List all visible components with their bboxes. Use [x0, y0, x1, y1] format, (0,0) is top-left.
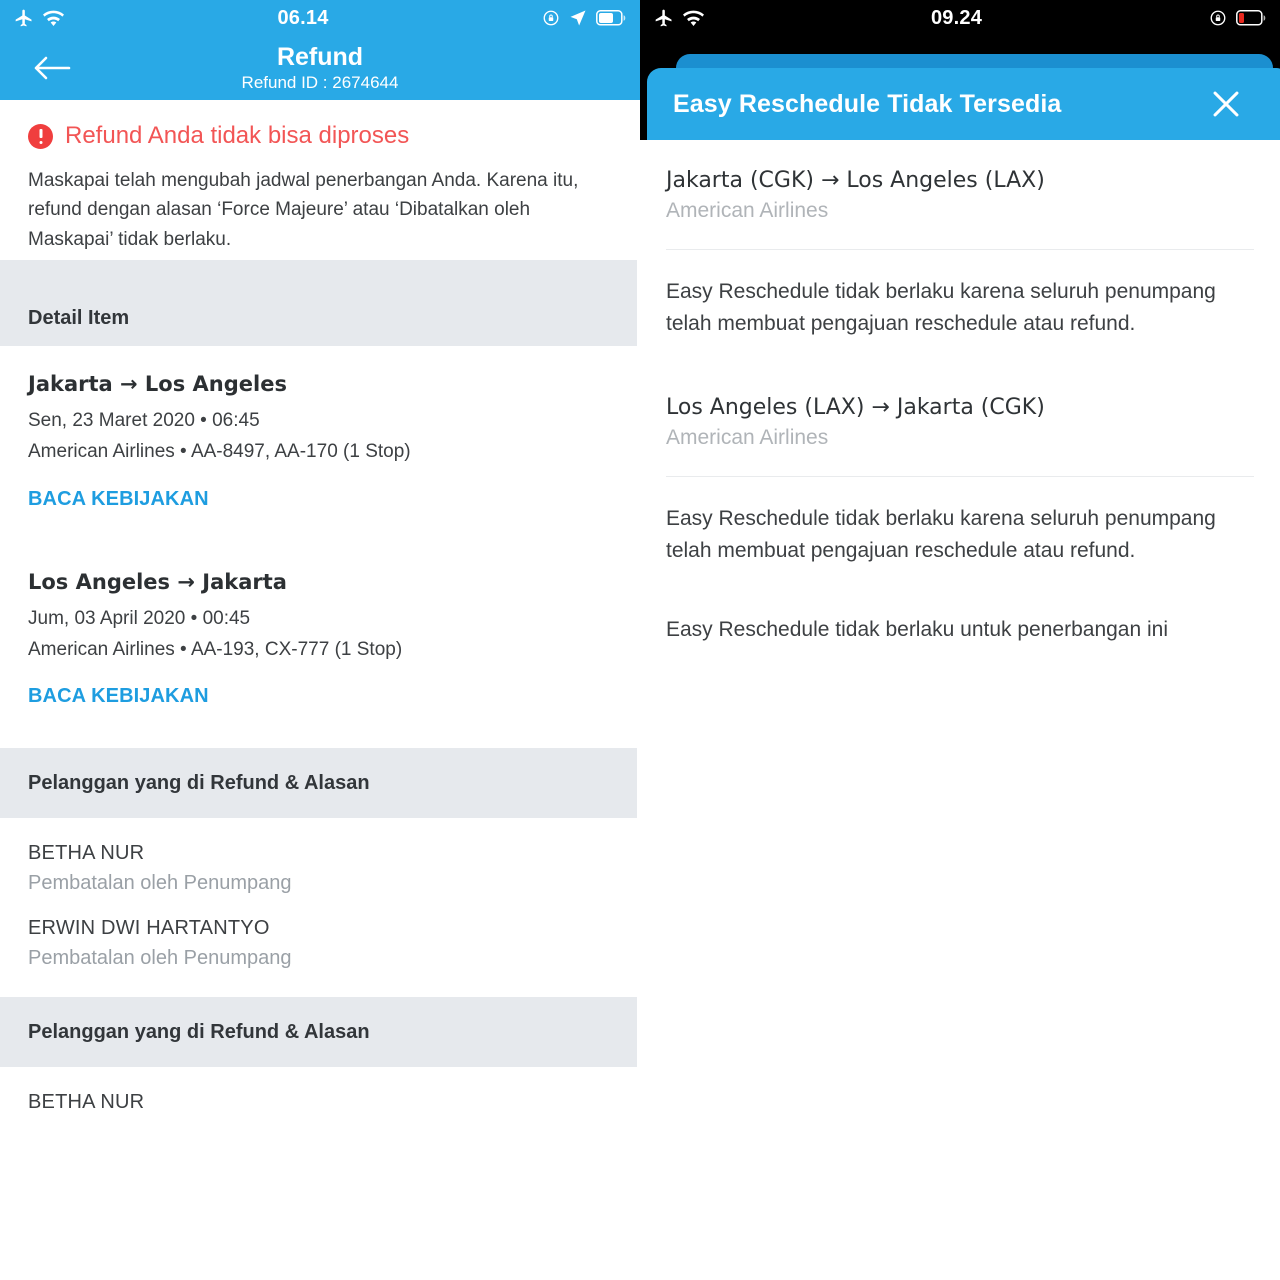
status-bar-left-icons [14, 8, 64, 28]
back-arrow-icon [34, 56, 71, 80]
refund-error-block: Refund Anda tidak bisa diproses Maskapai… [0, 100, 640, 260]
status-bar-left-icons [654, 8, 704, 28]
passenger-name: ERWIN DWI HARTANTYO [28, 917, 270, 940]
error-title: Refund Anda tidak bisa diproses [65, 122, 410, 149]
status-bar-right-icons [1209, 9, 1266, 27]
left-phone-screen: 06.14 Refund Refund ID : 2674644 Refund … [0, 0, 640, 1280]
flight-item-1: Jakarta → Los Angeles Sen, 23 Maret 2020… [0, 346, 640, 511]
reschedule-note: Easy Reschedule tidak berlaku karena sel… [666, 507, 1216, 562]
passenger-section-label: Pelanggan yang di Refund & Alasan [28, 771, 370, 794]
wifi-icon [43, 10, 64, 27]
reschedule-route: Los Angeles (LAX) → Jakarta (CGK) [666, 395, 1045, 420]
passenger-list-1: BETHA NUR Pembatalan oleh Penumpang ERWI… [0, 818, 640, 970]
flight-spacer [0, 511, 640, 544]
flight-airline-numbers: American Airlines • AA-193, CX-777 (1 St… [28, 638, 403, 660]
rotation-lock-icon [1209, 9, 1227, 27]
airplane-mode-icon [654, 8, 674, 28]
navbar-titles: Refund Refund ID : 2674644 [0, 44, 640, 91]
passenger-name: BETHA NUR [28, 842, 145, 865]
passenger-reason: Pembatalan oleh Penumpang [28, 947, 292, 970]
error-description: Maskapai telah mengubah jadwal penerbang… [28, 170, 579, 250]
status-bar-right-icons [542, 9, 626, 27]
sheet-header: Easy Reschedule Tidak Tersedia [647, 68, 1280, 140]
passenger-section-label: Pelanggan yang di Refund & Alasan [28, 1020, 370, 1043]
right-top-area: 09.24 Easy Reschedule Tidak Tersedia [640, 0, 1280, 140]
page-title: Refund [276, 43, 364, 72]
left-navbar: Refund Refund ID : 2674644 [0, 36, 640, 100]
reschedule-group-1: Jakarta (CGK) → Los Angeles (LAX) Americ… [666, 140, 1254, 339]
dual-screenshot-container: 06.14 Refund Refund ID : 2674644 Refund … [0, 0, 1280, 1280]
read-policy-link-1[interactable]: BACA KEBIJAKAN [28, 488, 209, 511]
sheet-title: Easy Reschedule Tidak Tersedia [673, 89, 1062, 118]
close-icon[interactable] [1209, 87, 1243, 121]
reschedule-footer-note: Easy Reschedule tidak berlaku untuk pene… [666, 618, 1169, 641]
right-status-bar: 09.24 [640, 0, 1280, 36]
passenger-section-header-2: Pelanggan yang di Refund & Alasan [0, 997, 637, 1068]
flight-airline-numbers: American Airlines • AA-8497, AA-170 (1 S… [28, 441, 411, 463]
battery-icon [596, 10, 626, 26]
airplane-mode-icon [14, 8, 34, 28]
reschedule-airline: American Airlines [666, 199, 829, 222]
read-policy-link-2[interactable]: BACA KEBIJAKAN [28, 685, 209, 708]
location-arrow-icon [569, 9, 587, 27]
passenger-name: BETHA NUR [28, 1091, 145, 1114]
passenger-reason: Pembatalan oleh Penumpang [28, 872, 292, 895]
refund-error-heading: Refund Anda tidak bisa diproses [28, 122, 612, 150]
right-phone-screen: 09.24 Easy Reschedule Tidak Tersedia Jak… [640, 0, 1280, 1280]
reschedule-route: Jakarta (CGK) → Los Angeles (LAX) [666, 168, 1045, 193]
flight-route: Los Angeles → Jakarta [28, 569, 287, 594]
reschedule-body: Jakarta (CGK) → Los Angeles (LAX) Americ… [640, 140, 1280, 646]
passenger-list-2-clipped: BETHA NUR [0, 1067, 640, 1119]
rotation-lock-icon [542, 9, 560, 27]
left-status-bar: 06.14 [0, 0, 640, 36]
reschedule-airline: American Airlines [666, 426, 829, 449]
passenger-section-header-1: Pelanggan yang di Refund & Alasan [0, 748, 637, 819]
reschedule-note: Easy Reschedule tidak berlaku karena sel… [666, 280, 1216, 335]
flight-datetime: Jum, 03 April 2020 • 00:45 [28, 607, 251, 629]
flight-item-2: Los Angeles → Jakarta Jum, 03 April 2020… [0, 544, 640, 709]
status-bar-time: 06.14 [277, 6, 329, 29]
battery-low-icon [1236, 10, 1266, 26]
reschedule-group-2: Los Angeles (LAX) → Jakarta (CGK) Americ… [666, 367, 1254, 566]
error-exclamation-icon [28, 123, 53, 149]
detail-item-section-header: Detail Item [0, 260, 637, 347]
flight-datetime: Sen, 23 Maret 2020 • 06:45 [28, 410, 260, 432]
flight-route: Jakarta → Los Angeles [28, 372, 287, 397]
wifi-icon [683, 10, 704, 27]
refund-id-label: Refund ID : 2674644 [241, 72, 399, 92]
status-bar-time: 09.24 [930, 6, 983, 29]
detail-item-label: Detail Item [28, 307, 130, 330]
back-button[interactable] [30, 48, 74, 88]
